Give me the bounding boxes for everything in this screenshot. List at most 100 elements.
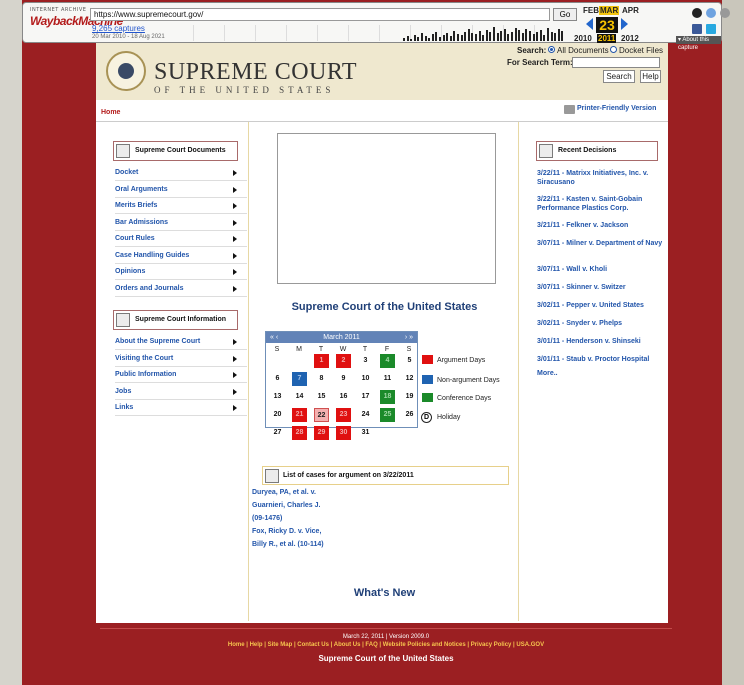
- calendar-day[interactable]: 27: [270, 426, 285, 440]
- case-link[interactable]: (09-1476): [252, 515, 282, 522]
- twitter-icon[interactable]: [706, 24, 716, 34]
- page-container: SUPREME COURT OF THE UNITED STATES Searc…: [96, 43, 668, 623]
- decision-link[interactable]: 3/07/11 - Milner v. Department of Navy: [537, 239, 663, 248]
- search-docket-radio[interactable]: [610, 46, 617, 53]
- nav-item[interactable]: Orders and Journals: [115, 281, 247, 297]
- calendar-day[interactable]: 19: [402, 390, 417, 404]
- decision-link[interactable]: 3/21/11 - Felkner v. Jackson: [537, 221, 663, 230]
- more-decisions-link[interactable]: More..: [537, 369, 663, 378]
- calendar-day[interactable]: 20: [270, 408, 285, 422]
- calendar-next-button[interactable]: › »: [405, 332, 413, 343]
- calendar-day[interactable]: 13: [270, 390, 285, 404]
- wayback-year-next[interactable]: 2012: [621, 34, 639, 43]
- calendar-day[interactable]: 14: [292, 390, 307, 404]
- nav-item[interactable]: Links: [115, 400, 247, 416]
- chevron-right-icon: [233, 269, 237, 275]
- calendar-day[interactable]: 7: [292, 372, 307, 386]
- calendar-day[interactable]: 23: [336, 408, 351, 422]
- nav-item[interactable]: About the Supreme Court: [115, 334, 247, 350]
- calendar-day[interactable]: 5: [402, 354, 417, 368]
- calendar-day[interactable]: 12: [402, 372, 417, 386]
- calendar-day[interactable]: 9: [336, 372, 351, 386]
- histogram-bar: [403, 38, 405, 41]
- wayback-help-icon[interactable]: [706, 8, 716, 18]
- decision-link[interactable]: 3/07/11 - Wall v. Kholi: [537, 265, 663, 274]
- case-link[interactable]: Guarnieri, Charles J.: [252, 502, 320, 509]
- wayback-next-arrow-icon[interactable]: [621, 18, 628, 30]
- wayback-about-capture[interactable]: ▾ About this capture: [676, 36, 721, 51]
- decision-link[interactable]: 3/02/11 - Pepper v. United States: [537, 301, 663, 310]
- calendar-day[interactable]: 28: [292, 426, 307, 440]
- calendar-day[interactable]: 29: [314, 426, 329, 440]
- histogram-bar: [460, 35, 463, 41]
- calendar-prev-button[interactable]: « ‹: [270, 332, 278, 343]
- wayback-year-prev[interactable]: 2010: [574, 34, 592, 43]
- calendar-day[interactable]: 25: [380, 408, 395, 422]
- breadcrumb-home[interactable]: Home: [101, 109, 120, 116]
- calendar-day[interactable]: 24: [358, 408, 373, 422]
- wayback-prev-arrow-icon[interactable]: [586, 18, 593, 30]
- decision-link[interactable]: 3/01/11 - Staub v. Proctor Hospital: [537, 355, 663, 364]
- wayback-go-button[interactable]: Go: [553, 8, 577, 21]
- calendar-day[interactable]: 1: [314, 354, 329, 368]
- wayback-url-input[interactable]: https://www.supremecourt.gov/: [90, 8, 550, 21]
- wayback-captures-link[interactable]: 9,265 captures: [92, 24, 145, 33]
- search-input[interactable]: [572, 57, 660, 68]
- wayback-month-prev[interactable]: FEB: [583, 6, 599, 15]
- calendar-day[interactable]: 22: [314, 408, 329, 422]
- facebook-icon[interactable]: [692, 24, 702, 34]
- calendar-day[interactable]: 17: [358, 390, 373, 404]
- chevron-right-icon: [233, 170, 237, 176]
- decision-link[interactable]: 3/02/11 - Snyder v. Phelps: [537, 319, 663, 328]
- docs-section-label: Supreme Court Documents: [135, 147, 226, 154]
- wayback-capture-histogram[interactable]: [193, 25, 568, 41]
- nav-item[interactable]: Jobs: [115, 384, 247, 400]
- nav-item[interactable]: Public Information: [115, 367, 247, 383]
- nav-item[interactable]: Court Rules: [115, 231, 247, 247]
- calendar-weekday: T: [318, 346, 324, 353]
- nav-item[interactable]: Bar Admissions: [115, 215, 247, 231]
- printer-friendly-link[interactable]: Printer-Friendly Version: [564, 105, 656, 112]
- calendar-day[interactable]: 2: [336, 354, 351, 368]
- search-all-radio[interactable]: [548, 46, 555, 53]
- decision-link[interactable]: 3/22/11 - Matrixx Initiatives, Inc. v. S…: [537, 169, 663, 187]
- calendar-day[interactable]: 6: [270, 372, 285, 386]
- nav-item[interactable]: Docket: [115, 165, 247, 181]
- wayback-user-icon[interactable]: [692, 8, 702, 18]
- argument-days-label: Argument Days: [437, 357, 486, 364]
- calendar-day[interactable]: 16: [336, 390, 351, 404]
- calendar-day[interactable]: 26: [402, 408, 417, 422]
- nav-item[interactable]: Merits Briefs: [115, 198, 247, 214]
- calendar-day[interactable]: 10: [358, 372, 373, 386]
- nav-item[interactable]: Case Handling Guides: [115, 248, 247, 264]
- video-player-area[interactable]: [277, 133, 496, 284]
- histogram-bar: [471, 33, 474, 41]
- histogram-bar: [493, 27, 495, 41]
- case-link[interactable]: Billy R., et al. (10-114): [252, 541, 324, 548]
- calendar-day[interactable]: 18: [380, 390, 395, 404]
- wayback-close-icon[interactable]: [720, 8, 730, 18]
- nav-item[interactable]: Opinions: [115, 264, 247, 280]
- calendar-day[interactable]: 15: [314, 390, 329, 404]
- info-section-label: Supreme Court Information: [135, 316, 227, 323]
- calendar-day[interactable]: 31: [358, 426, 373, 440]
- calendar-day[interactable]: 11: [380, 372, 395, 386]
- calendar-day[interactable]: 30: [336, 426, 351, 440]
- case-link[interactable]: Fox, Ricky D. v. Vice,: [252, 528, 321, 535]
- calendar-day[interactable]: 3: [358, 354, 373, 368]
- decision-link[interactable]: 3/07/11 - Skinner v. Switzer: [537, 283, 663, 292]
- calendar-day[interactable]: 4: [380, 354, 395, 368]
- help-button[interactable]: Help: [640, 70, 661, 83]
- wayback-month-next[interactable]: APR: [622, 6, 639, 15]
- calendar-day[interactable]: 21: [292, 408, 307, 422]
- case-link[interactable]: Duryea, PA, et al. v.: [252, 489, 316, 496]
- search-button[interactable]: Search: [603, 70, 635, 83]
- nav-item[interactable]: Oral Arguments: [115, 182, 247, 198]
- decision-link[interactable]: 3/01/11 - Henderson v. Shinseki: [537, 337, 663, 346]
- footer-links[interactable]: Home | Help | Site Map | Contact Us | Ab…: [100, 642, 672, 648]
- calendar-day[interactable]: 8: [314, 372, 329, 386]
- site-title[interactable]: SUPREME COURT: [154, 59, 357, 86]
- nav-item[interactable]: Visiting the Court: [115, 351, 247, 367]
- decision-link[interactable]: 3/22/11 - Kasten v. Saint-Gobain Perform…: [537, 195, 663, 213]
- histogram-bar: [503, 29, 506, 41]
